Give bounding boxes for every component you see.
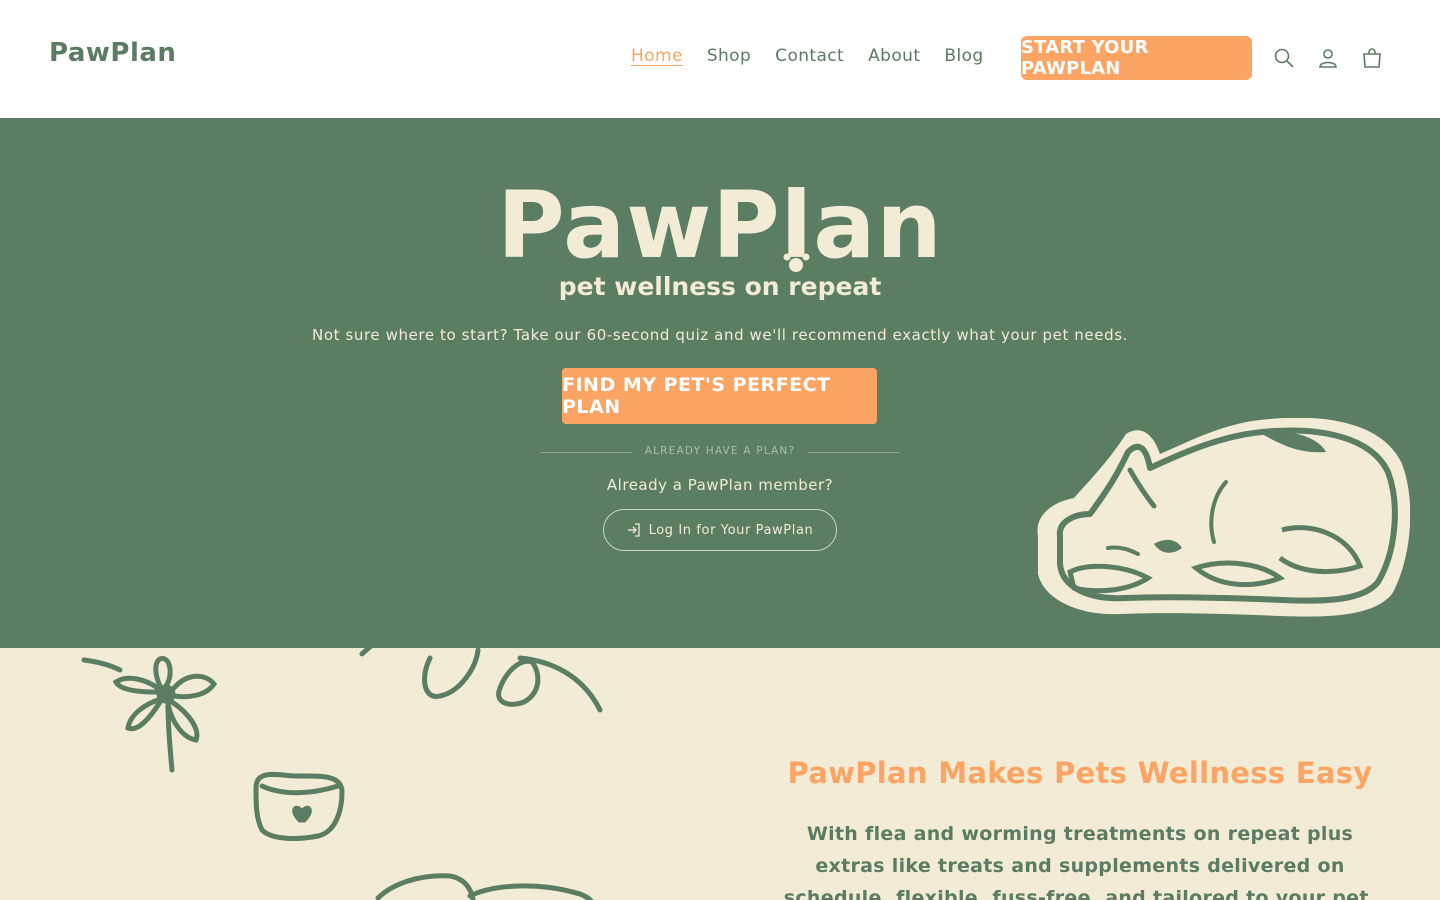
start-pawplan-button[interactable]: START YOUR PAWPLAN [1021, 36, 1252, 80]
search-icon[interactable] [1272, 46, 1296, 70]
main-nav: Home Shop Contact About Blog [619, 44, 996, 68]
plan-divider: ALREADY HAVE A PLAN? [540, 444, 900, 460]
nav-about[interactable]: About [856, 44, 932, 68]
hero-subtitle: Not sure where to start? Take our 60-sec… [312, 326, 1128, 344]
divider-text: ALREADY HAVE A PLAN? [644, 445, 796, 457]
site-logo[interactable]: PawPlan [49, 38, 176, 68]
nav-shop[interactable]: Shop [695, 44, 763, 68]
nav-home[interactable]: Home [619, 44, 695, 68]
hero-section: PawPlan pet wellness on repeat Not sure … [0, 118, 1440, 648]
login-button[interactable]: Log In for Your PawPlan [603, 509, 837, 551]
account-icon[interactable] [1316, 46, 1340, 70]
site-header: PawPlan Home Shop Contact About Blog STA… [0, 0, 1440, 118]
hero-logo: PawPlan [497, 172, 943, 279]
section-body: With flea and worming treatments on repe… [783, 823, 1377, 900]
sleeping-cat-illustration [1037, 418, 1410, 617]
nav-blog[interactable]: Blog [932, 44, 995, 68]
login-icon [627, 523, 640, 537]
doodle-illustrations [81, 648, 603, 900]
wellness-section: PawPlan Makes Pets Wellness Easy With fl… [0, 648, 1440, 900]
hero-tagline: pet wellness on repeat [558, 272, 882, 301]
section-title: PawPlan Makes Pets Wellness Easy [787, 756, 1373, 790]
nav-contact[interactable]: Contact [763, 44, 856, 68]
find-plan-button[interactable]: FIND MY PET'S PERFECT PLAN [562, 368, 877, 424]
cart-icon[interactable] [1360, 46, 1384, 70]
paw-icon [783, 249, 810, 272]
divider-line-right [808, 452, 900, 453]
login-label: Log In for Your PawPlan [648, 522, 814, 538]
